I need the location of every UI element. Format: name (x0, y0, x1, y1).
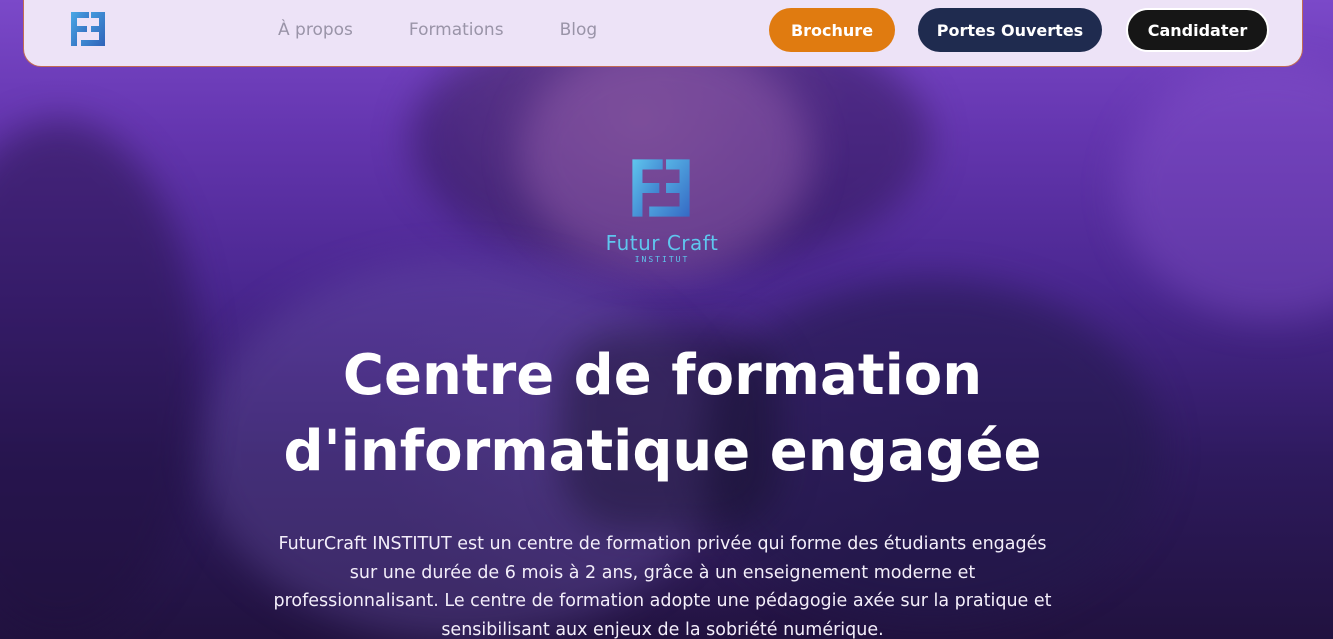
hero-headline: Centre de formation d'informatique engag… (180, 338, 1145, 490)
navbar: À propos Formations Blog Brochure Portes… (23, 0, 1303, 67)
candidater-button[interactable]: Candidater (1126, 8, 1269, 52)
headline-line-2: d'informatique engagée (283, 419, 1042, 484)
nav-link-formations[interactable]: Formations (409, 18, 504, 42)
brand-logo-icon (632, 159, 690, 217)
futurcraft-logo-icon[interactable] (69, 10, 107, 48)
hero-description: FuturCraft INSTITUT est un centre de for… (273, 534, 1052, 639)
hero-photo-blur (0, 120, 200, 639)
brochure-button[interactable]: Brochure (769, 8, 895, 52)
brand-subtitle: INSTITUT (634, 255, 690, 264)
nav-link-a-propos[interactable]: À propos (278, 18, 353, 42)
nav-link-blog[interactable]: Blog (560, 18, 598, 42)
brand-logo: Futur Craft INSTITUT (582, 155, 752, 265)
brand-name: Futur Craft (605, 231, 719, 255)
portes-ouvertes-button[interactable]: Portes Ouvertes (918, 8, 1102, 52)
headline-line-1: Centre de formation (342, 343, 983, 408)
hero-photo-blur (1120, 60, 1333, 320)
nav-links: À propos Formations Blog (278, 18, 653, 42)
